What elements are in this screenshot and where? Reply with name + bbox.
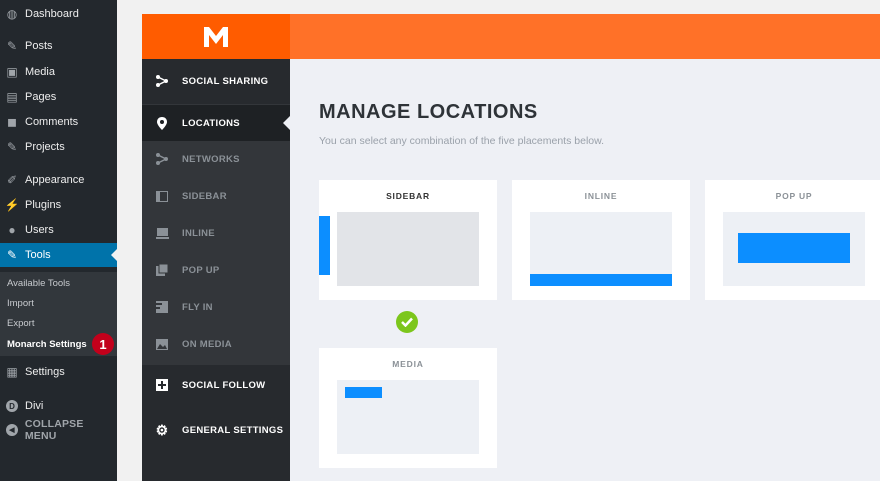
- tab-sidebar[interactable]: SIDEBAR: [142, 178, 290, 214]
- menu-comments[interactable]: ◼ Comments: [0, 110, 117, 134]
- menu-posts[interactable]: ✎ Posts: [0, 34, 117, 58]
- collapse-menu-button[interactable]: ◀ COLLAPSE MENU: [0, 418, 117, 442]
- menu-plugins[interactable]: ⚡ Plugins: [0, 193, 117, 217]
- user-icon: ●: [8, 223, 16, 237]
- monarch-header: [142, 14, 880, 59]
- pin-icon: ✎: [6, 39, 18, 53]
- settings-icon: ▦: [6, 365, 18, 379]
- sidebar-preview: [337, 212, 479, 286]
- card-label: POP UP: [775, 191, 813, 201]
- monarch-logo-icon: [204, 26, 228, 47]
- tab-networks[interactable]: NETWORKS: [142, 141, 290, 177]
- monarch-logo: [142, 14, 290, 59]
- submenu-available-tools[interactable]: Available Tools: [7, 278, 70, 289]
- main-content: MANAGE LOCATIONS You can select any comb…: [290, 59, 880, 481]
- submenu-import[interactable]: Import: [7, 298, 34, 309]
- menu-pages[interactable]: ▤ Pages: [0, 85, 117, 109]
- plug-icon: ⚡: [4, 198, 20, 212]
- step-badge: 1: [92, 333, 114, 355]
- tab-general-settings[interactable]: ⚙ GENERAL SETTINGS: [142, 412, 290, 448]
- tab-fly-in[interactable]: FLY IN: [142, 289, 290, 325]
- card-label: MEDIA: [392, 359, 424, 369]
- location-pin-icon: [142, 116, 182, 130]
- submenu-export[interactable]: Export: [7, 318, 34, 329]
- menu-dashboard[interactable]: ◍ Dashboard: [0, 2, 117, 26]
- page-subtitle: You can select any combination of the fi…: [319, 135, 605, 147]
- submenu-monarch-settings[interactable]: Monarch Settings: [7, 339, 87, 350]
- inline-icon: [142, 227, 182, 239]
- popup-icon: [142, 264, 182, 276]
- tab-locations[interactable]: LOCATIONS: [142, 105, 290, 141]
- card-label: SIDEBAR: [386, 191, 430, 201]
- collapse-icon: ◀: [6, 424, 18, 436]
- tab-social-follow[interactable]: SOCIAL FOLLOW: [142, 367, 290, 403]
- wp-admin-sidebar: ◍ Dashboard ✎ Posts ▣ Media ▤ Pages ◼ Co…: [0, 0, 117, 481]
- location-card-inline[interactable]: INLINE: [512, 180, 690, 300]
- page-title: MANAGE LOCATIONS: [319, 101, 538, 123]
- comment-icon: ◼: [7, 115, 17, 129]
- menu-divi[interactable]: D Divi: [0, 394, 117, 418]
- location-card-pop-up[interactable]: POP UP: [705, 180, 880, 300]
- tab-on-media[interactable]: ON MEDIA: [142, 326, 290, 362]
- monarch-nav: SOCIAL SHARING LOCATIONS NETWORKS SIDEBA…: [142, 59, 290, 481]
- pin-icon: ✎: [6, 140, 18, 154]
- menu-appearance[interactable]: ✐ Appearance: [0, 168, 117, 192]
- card-label: INLINE: [584, 191, 618, 201]
- media-preview-bar: [345, 387, 382, 398]
- menu-tools[interactable]: ✎ Tools: [0, 243, 117, 267]
- tab-inline[interactable]: INLINE: [142, 215, 290, 251]
- checkmark-icon: [396, 311, 418, 333]
- divi-icon: D: [6, 400, 18, 412]
- plus-icon: [142, 379, 182, 391]
- tab-pop-up[interactable]: POP UP: [142, 252, 290, 288]
- brush-icon: ✐: [6, 173, 18, 187]
- wrench-icon: ✎: [6, 248, 18, 262]
- inline-preview-bar: [530, 274, 672, 286]
- sidebar-icon: [142, 190, 182, 202]
- menu-settings[interactable]: ▦ Settings: [0, 360, 117, 384]
- location-card-sidebar[interactable]: SIDEBAR: [319, 180, 497, 300]
- menu-projects[interactable]: ✎ Projects: [0, 135, 117, 159]
- pages-icon: ▤: [6, 90, 18, 104]
- network-icon: [142, 153, 182, 165]
- menu-users[interactable]: ● Users: [0, 218, 117, 242]
- image-icon: [142, 338, 182, 350]
- tab-social-sharing[interactable]: SOCIAL SHARING: [142, 63, 290, 99]
- sidebar-preview-bar: [319, 216, 330, 275]
- menu-media[interactable]: ▣ Media: [0, 60, 117, 84]
- dashboard-icon: ◍: [6, 7, 18, 21]
- share-icon: [142, 75, 182, 87]
- gear-icon: ⚙: [155, 421, 169, 438]
- location-card-media[interactable]: MEDIA: [319, 348, 497, 468]
- popup-preview-box: [738, 233, 850, 263]
- fly-in-icon: [142, 301, 182, 313]
- media-icon: ▣: [6, 65, 18, 79]
